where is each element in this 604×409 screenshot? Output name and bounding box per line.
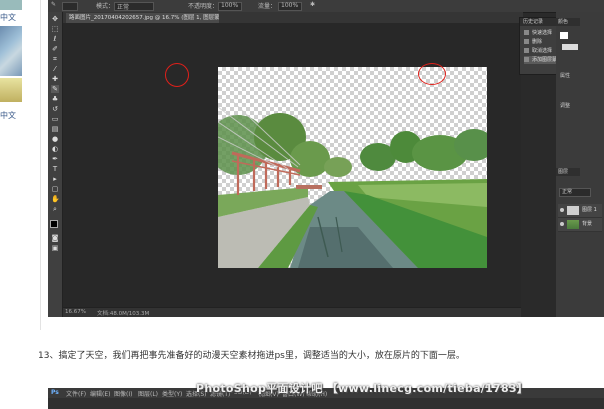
- layer-name: 图层 1: [582, 207, 597, 213]
- highlight-circle-left: [165, 63, 189, 87]
- side-link[interactable]: 中文: [0, 110, 16, 121]
- healing-brush-tool-icon[interactable]: ✚: [51, 75, 59, 83]
- ps-logo: Ps: [51, 389, 59, 396]
- thumbnail-image[interactable]: [0, 0, 22, 10]
- airbrush-icon[interactable]: ✱: [310, 1, 315, 8]
- trees: [218, 113, 487, 177]
- mode-select[interactable]: 正常: [114, 2, 154, 11]
- marquee-tool-icon[interactable]: ⬚: [51, 25, 59, 33]
- right-panels: 颜色 属性 调整 图层 正常 图层 1 背景: [556, 12, 604, 317]
- shape-tool-icon[interactable]: ▢: [51, 185, 59, 193]
- properties-label: 属性: [560, 73, 571, 79]
- highlight-circle-right: [418, 63, 446, 85]
- path-select-tool-icon[interactable]: ▸: [51, 175, 59, 183]
- crop-tool-icon[interactable]: ⌗: [51, 55, 59, 63]
- opacity-label: 不透明度：: [188, 3, 219, 10]
- opacity-value: 100%: [221, 2, 239, 9]
- thumbnail-image[interactable]: [0, 78, 22, 102]
- layer-thumbnail: [567, 220, 579, 229]
- history-state-icon: [524, 30, 529, 35]
- eyedropper-tool-icon[interactable]: ⁄: [51, 65, 59, 73]
- page-left-strip: 中文 中文: [0, 0, 36, 409]
- adjust-label: 调整: [560, 103, 571, 109]
- bridge: [296, 185, 322, 189]
- pen-tool-icon[interactable]: ✒: [51, 155, 59, 163]
- screen-mode-icon[interactable]: ▣: [51, 244, 59, 252]
- mask-thumbnail[interactable]: [560, 32, 568, 39]
- brush-tool-icon[interactable]: ✎: [51, 85, 59, 93]
- tools-panel: ✥ ⬚ ℓ ✐ ⌗ ⁄ ✚ ✎ ♣ ↺ ▭ ▤ ● ◐ ✒ T ▸ ▢ ✋ ⌕ …: [48, 12, 63, 317]
- tutorial-caption: 13、搞定了天空，我们再把事先准备好的动漫天空素材拖进ps里，调整适当的大小，放…: [38, 351, 465, 361]
- layer-row[interactable]: 图层 1: [558, 204, 602, 218]
- blend-mode-select[interactable]: 正常: [559, 188, 591, 197]
- zoom-tool-icon[interactable]: ⌕: [51, 205, 59, 213]
- zoom-level[interactable]: 16.67%: [65, 309, 86, 315]
- photo-layer: [218, 96, 487, 268]
- clone-stamp-tool-icon[interactable]: ♣: [51, 95, 59, 103]
- brush-icon[interactable]: ✎: [51, 1, 56, 8]
- layer-name: 背景: [582, 221, 593, 227]
- document-size: 文档:48.0M/103.3M: [97, 311, 150, 317]
- layer-thumbnail: [567, 206, 579, 215]
- color-panel-tab[interactable]: 颜色: [556, 18, 580, 26]
- dodge-tool-icon[interactable]: ◐: [51, 145, 59, 153]
- properties-preview: [562, 44, 578, 50]
- flow-input[interactable]: 100%: [278, 2, 302, 11]
- gradient-tool-icon[interactable]: ▤: [51, 125, 59, 133]
- eraser-tool-icon[interactable]: ▭: [51, 115, 59, 123]
- history-state-icon: [524, 57, 529, 62]
- history-state-icon: [524, 39, 529, 44]
- lasso-tool-icon[interactable]: ℓ: [51, 35, 59, 43]
- image-canvas[interactable]: [218, 67, 487, 268]
- mode-label: 模式：: [96, 3, 115, 10]
- visibility-eye-icon[interactable]: [560, 222, 564, 226]
- layer-row[interactable]: 背景: [558, 218, 602, 232]
- status-bar: 16.67% 文档:48.0M/103.3M: [63, 307, 521, 317]
- menu-edit[interactable]: 编辑(E): [90, 389, 110, 398]
- menu-layer[interactable]: 图层(L): [138, 389, 158, 398]
- quick-mask-icon[interactable]: ◙: [51, 234, 59, 242]
- menu-type[interactable]: 类型(Y): [162, 389, 182, 398]
- hand-tool-icon[interactable]: ✋: [51, 195, 60, 203]
- menu-image[interactable]: 图像(I): [114, 389, 132, 398]
- history-brush-tool-icon[interactable]: ↺: [51, 105, 59, 113]
- layers-panel-tab[interactable]: 图层: [556, 168, 580, 176]
- blur-tool-icon[interactable]: ●: [51, 135, 59, 143]
- document-tab-bar: 路面图片_20170404202657.jpg @ 16.7% (图层 1, 图…: [63, 12, 523, 23]
- mode-value: 正常: [117, 4, 130, 11]
- document-tab[interactable]: 路面图片_20170404202657.jpg @ 16.7% (图层 1, 图…: [66, 13, 219, 23]
- opacity-input[interactable]: 100%: [218, 2, 242, 11]
- watermark-text: PhotoShop平面设计吧 【www.linecg.com/tieba/178…: [196, 382, 529, 395]
- flow-label: 流量：: [258, 3, 277, 10]
- visibility-eye-icon[interactable]: [560, 208, 564, 212]
- brush-preset-picker[interactable]: [62, 2, 78, 11]
- quick-select-tool-icon[interactable]: ✐: [51, 45, 59, 53]
- thumbnail-image[interactable]: [0, 26, 22, 76]
- flow-value: 100%: [281, 2, 299, 9]
- move-tool-icon[interactable]: ✥: [51, 15, 59, 23]
- history-state-icon: [524, 48, 529, 53]
- menu-file[interactable]: 文件(F): [66, 389, 86, 398]
- divider: [40, 0, 41, 330]
- type-tool-icon[interactable]: T: [51, 165, 59, 173]
- side-link[interactable]: 中文: [0, 12, 16, 23]
- foreground-color-swatch[interactable]: [50, 220, 58, 228]
- photoshop-window: ✎ 模式： 正常 不透明度： 100% 流量： 100% ✱ ✥ ⬚ ℓ ✐ ⌗…: [48, 0, 604, 317]
